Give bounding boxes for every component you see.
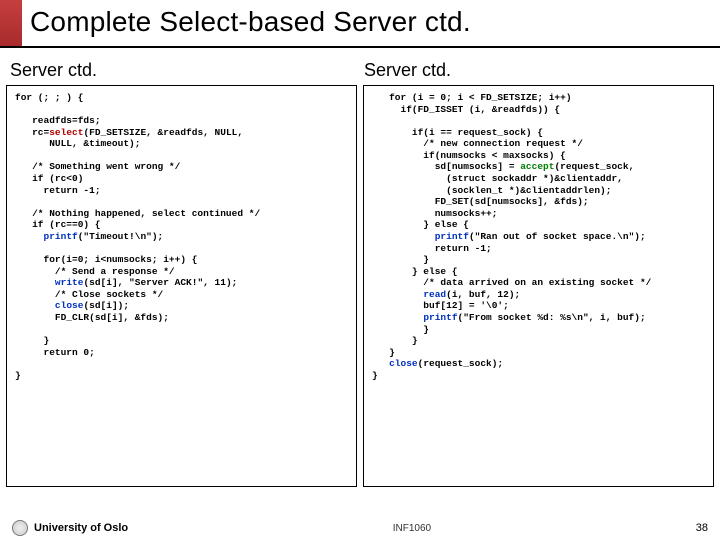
code-line: read(i, buf, 12);	[372, 289, 520, 300]
code-line: printf("Ran out of socket space.\n");	[372, 231, 646, 242]
code-line: }	[372, 324, 429, 335]
code-line: numsocks++;	[372, 208, 497, 219]
code-line: if(i == request_sock) {	[372, 127, 543, 138]
code-line: close(request_sock);	[372, 358, 503, 369]
code-line: for (; ; ) {	[15, 92, 83, 103]
code-line: /* Close sockets */	[15, 289, 163, 300]
code-line: return -1;	[15, 185, 101, 196]
footer-course: INF1060	[393, 523, 431, 534]
code-line: buf[12] = '\0';	[372, 300, 509, 311]
code-line: FD_SET(sd[numsocks], &fds);	[372, 196, 589, 207]
code-line: if(FD_ISSET (i, &readfds)) {	[372, 104, 560, 115]
code-line: rc=select(FD_SETSIZE, &readfds, NULL,	[15, 127, 243, 138]
code-line: } else {	[372, 219, 469, 230]
code-frag	[15, 231, 44, 242]
university-name: University of Oslo	[34, 522, 128, 534]
code-line: sd[numsocks] = accept(request_sock,	[372, 161, 634, 172]
code-frag	[15, 300, 55, 311]
code-line: }	[15, 335, 49, 346]
printf-fn: printf	[423, 312, 457, 323]
code-frag: rc=	[15, 127, 49, 138]
code-line: (struct sockaddr *)&clientaddr,	[372, 173, 623, 184]
code-line: }	[372, 254, 429, 265]
code-line: if(numsocks < maxsocks) {	[372, 150, 566, 161]
code-frag: ("Ran out of socket space.\n");	[469, 231, 646, 242]
slide-title: Complete Select-based Server ctd.	[22, 0, 471, 46]
code-line: /* new connection request */	[372, 138, 583, 149]
code-frag: ("Timeout!\n");	[78, 231, 164, 242]
printf-fn: printf	[44, 231, 78, 242]
write-fn: write	[55, 277, 84, 288]
code-frag	[372, 289, 423, 300]
close-fn: close	[55, 300, 84, 311]
code-line: if (rc<0)	[15, 173, 83, 184]
code-line: for(i=0; i<numsocks; i++) {	[15, 254, 197, 265]
code-frag	[372, 358, 389, 369]
code-line: write(sd[i], "Server ACK!", 11);	[15, 277, 237, 288]
code-frag	[372, 312, 423, 323]
left-code: for (; ; ) { readfds=fds; rc=select(FD_S…	[6, 85, 357, 487]
code-line: (socklen_t *)&clientaddrlen);	[372, 185, 611, 196]
code-frag: sd[numsocks] =	[372, 161, 520, 172]
code-line: if (rc==0) {	[15, 219, 101, 230]
code-frag: (FD_SETSIZE, &readfds, NULL,	[83, 127, 243, 138]
left-section: Server ctd. for (; ; ) { readfds=fds; rc…	[6, 60, 360, 487]
left-heading: Server ctd.	[10, 60, 360, 81]
right-section: Server ctd. for (i = 0; i < FD_SETSIZE; …	[360, 60, 714, 487]
right-code: for (i = 0; i < FD_SETSIZE; i++) if(FD_I…	[363, 85, 714, 487]
code-line: /* Something went wrong */	[15, 161, 180, 172]
code-frag	[372, 231, 435, 242]
accept-fn: accept	[520, 161, 554, 172]
code-line: }	[372, 347, 395, 358]
code-line: printf("From socket %d: %s\n", i, buf);	[372, 312, 646, 323]
code-line: for (i = 0; i < FD_SETSIZE; i++)	[372, 92, 572, 103]
code-line: /* Nothing happened, select continued */	[15, 208, 260, 219]
code-line: }	[372, 370, 378, 381]
printf-fn: printf	[435, 231, 469, 242]
code-line: }	[372, 335, 418, 346]
code-frag: (i, buf, 12);	[446, 289, 520, 300]
footer: University of Oslo INF1060 38	[0, 520, 720, 536]
code-frag: (sd[i]);	[83, 300, 129, 311]
code-line: return 0;	[15, 347, 95, 358]
select-fn: select	[49, 127, 83, 138]
code-line: FD_CLR(sd[i], &fds);	[15, 312, 169, 323]
code-line: NULL, &timeout);	[15, 138, 140, 149]
right-heading: Server ctd.	[364, 60, 714, 81]
code-line: close(sd[i]);	[15, 300, 129, 311]
code-frag	[15, 277, 55, 288]
code-line: /* data arrived on an existing socket */	[372, 277, 651, 288]
university-seal-icon	[12, 520, 28, 536]
footer-university: University of Oslo	[12, 520, 128, 536]
read-fn: read	[423, 289, 446, 300]
footer-page: 38	[696, 522, 708, 534]
code-line: readfds=fds;	[15, 115, 101, 126]
code-line: } else {	[372, 266, 458, 277]
code-frag: ("From socket %d: %s\n", i, buf);	[458, 312, 646, 323]
code-frag: (sd[i], "Server ACK!", 11);	[83, 277, 237, 288]
code-frag: (request_sock,	[554, 161, 634, 172]
content-columns: Server ctd. for (; ; ) { readfds=fds; rc…	[6, 60, 714, 487]
code-line: /* Send a response */	[15, 266, 175, 277]
code-line: }	[15, 370, 21, 381]
title-accent	[0, 0, 22, 46]
code-frag: (request_sock);	[418, 358, 504, 369]
title-bar: Complete Select-based Server ctd.	[0, 0, 720, 48]
close-fn: close	[389, 358, 418, 369]
code-line: return -1;	[372, 243, 492, 254]
code-line: printf("Timeout!\n");	[15, 231, 163, 242]
